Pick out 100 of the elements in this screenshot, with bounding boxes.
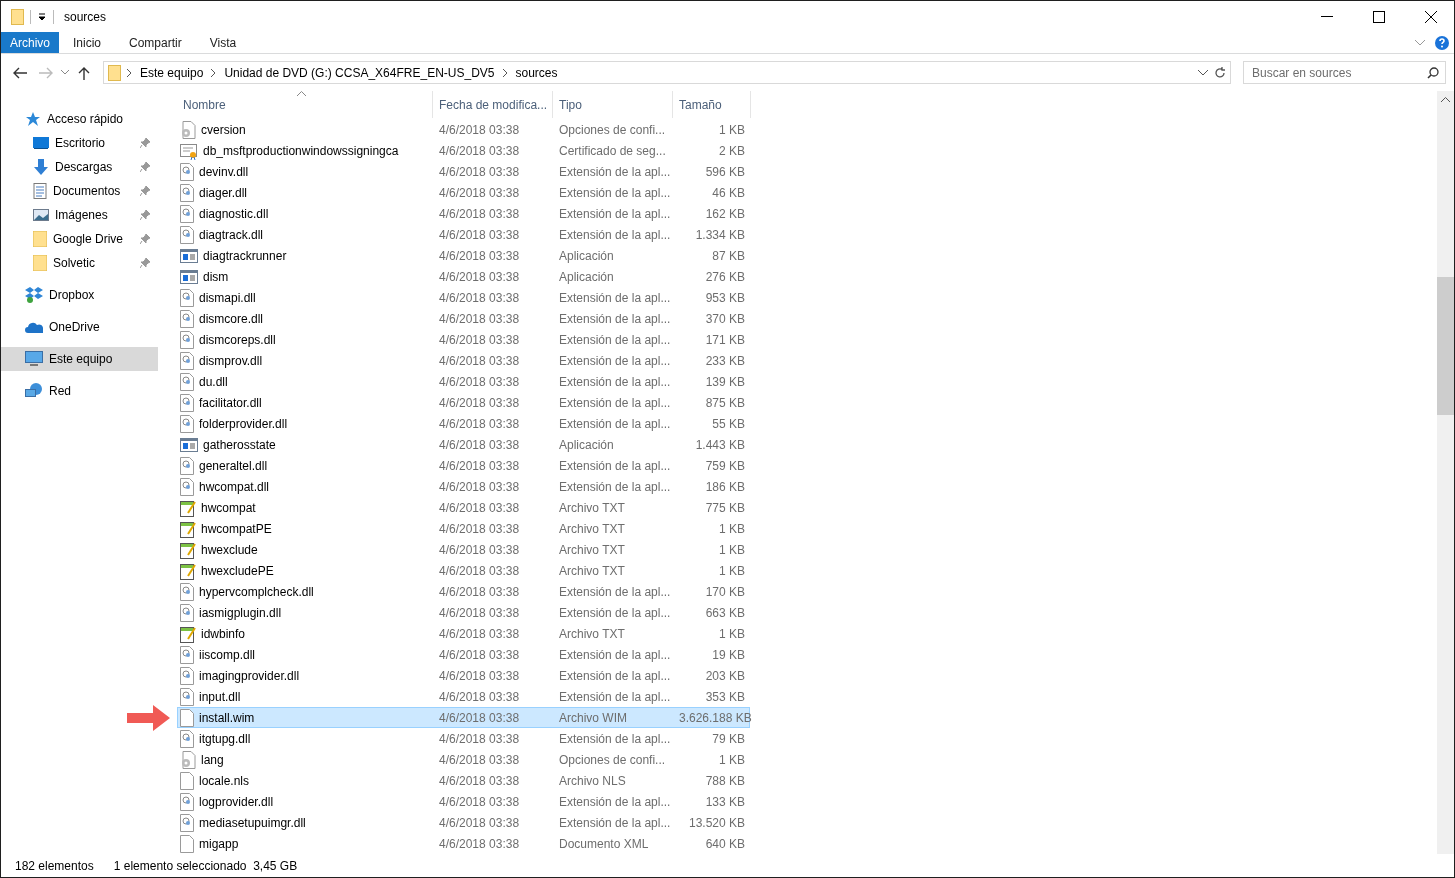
file-row[interactable]: hwcompat.dll 4/6/2018 03:38 Extensión de la apl... 186 KB [177, 476, 750, 497]
scroll-up-icon[interactable] [1441, 97, 1450, 102]
file-row[interactable]: dism 4/6/2018 03:38 Aplicación 276 KB [177, 266, 750, 287]
type-cell-text: Certificado de seg... [558, 143, 667, 158]
file-name: cversion [201, 122, 246, 137]
ribbon-tab[interactable]: Inicio [59, 32, 116, 53]
file-row[interactable]: generaltel.dll 4/6/2018 03:38 Extensión de la apl... 759 KB [177, 455, 750, 476]
type-cell-text: Extensión de la apl... [558, 311, 672, 326]
size-cell-text: 1.443 KB [694, 437, 746, 452]
size-cell-text: 663 KB [704, 605, 746, 620]
file-row[interactable]: diagtrackrunner 4/6/2018 03:38 Aplicación 87 KB [177, 245, 750, 266]
file-row[interactable]: hwcompatPE 4/6/2018 03:38 Archivo TXT 1 KB [177, 518, 750, 539]
file-row[interactable]: logprovider.dll 4/6/2018 03:38 Extensión de la apl... 133 KB [177, 791, 750, 812]
help-icon[interactable] [1435, 35, 1449, 50]
refresh-icon[interactable] [1214, 66, 1226, 79]
document-icon [33, 183, 47, 199]
sidebar-item[interactable]: Documentos [1, 179, 158, 203]
ribbon-tab[interactable]: Vista [195, 32, 251, 53]
sidebar-label: Descargas [55, 160, 114, 174]
file-row[interactable]: dismprov.dll 4/6/2018 03:38 Extensión de la apl... 233 KB [177, 350, 750, 371]
sidebar-item[interactable]: OneDrive [1, 315, 158, 339]
file-name: mediasetupuimgr.dll [199, 815, 306, 830]
date-cell-text: 4/6/2018 03:38 [438, 773, 521, 788]
size-cell-text: 596 KB [704, 164, 746, 179]
address-dropdown-icon[interactable] [1198, 69, 1208, 76]
file-name: diagtrack.dll [199, 227, 264, 242]
file-row[interactable]: imagingprovider.dll 4/6/2018 03:38 Extensión de la apl... 203 KB [177, 665, 750, 686]
breadcrumb[interactable]: Este equipo [138, 65, 206, 80]
file-row[interactable]: iiscomp.dll 4/6/2018 03:38 Extensión de la apl... 19 KB [177, 644, 750, 665]
column-header[interactable]: Fecha de modifica... [433, 91, 553, 118]
expand-ribbon-icon[interactable] [1415, 39, 1425, 46]
size-cell-text: 1 KB [718, 626, 746, 641]
file-row[interactable]: idwbinfo 4/6/2018 03:38 Archivo TXT 1 KB [177, 623, 750, 644]
file-row[interactable]: hwcompat 4/6/2018 03:38 Archivo TXT 775 KB [177, 497, 750, 518]
type-cell-text: Aplicación [558, 248, 615, 263]
sidebar-item[interactable]: Solvetic [1, 251, 158, 275]
ribbon-tab[interactable]: Compartir [115, 32, 196, 53]
size-cell-text: 79 KB [711, 731, 746, 746]
file-row[interactable]: iasmigplugin.dll 4/6/2018 03:38 Extensión de la apl... 663 KB [177, 602, 750, 623]
window-title: sources [64, 9, 108, 24]
file-row[interactable]: dismcore.dll 4/6/2018 03:38 Extensión de la apl... 370 KB [177, 308, 750, 329]
file-name: iiscomp.dll [199, 647, 255, 662]
sidebar-item[interactable]: Acceso rápido [1, 107, 158, 131]
sidebar-label: Red [49, 384, 72, 398]
file-row[interactable]: itgtupg.dll 4/6/2018 03:38 Extensión de la apl... 79 KB [177, 728, 750, 749]
file-row[interactable]: facilitator.dll 4/6/2018 03:38 Extensión de la apl... 875 KB [177, 392, 750, 413]
file-name: folderprovider.dll [199, 416, 288, 431]
sidebar-item[interactable]: Este equipo [1, 347, 158, 371]
file-row[interactable]: du.dll 4/6/2018 03:38 Extensión de la apl... 139 KB [177, 371, 750, 392]
quick-access-menu-icon[interactable] [37, 12, 47, 21]
file-row[interactable]: diagnostic.dll 4/6/2018 03:38 Extensión de la apl... 162 KB [177, 203, 750, 224]
file-row[interactable]: migapp 4/6/2018 03:38 Documento XML 640 KB [177, 833, 750, 854]
breadcrumb[interactable]: sources [513, 65, 560, 80]
folder-icon [33, 255, 47, 271]
size-cell-text: 162 KB [704, 206, 746, 221]
search-field[interactable]: Buscar en sources [1243, 61, 1446, 84]
sidebar-label: Acceso rápido [47, 112, 125, 126]
type-cell-text: Extensión de la apl... [558, 668, 672, 683]
file-row[interactable]: gatherosstate 4/6/2018 03:38 Aplicación 1.443 KB [177, 434, 750, 455]
file-row[interactable]: hwexcludePE 4/6/2018 03:38 Archivo TXT 1 KB [177, 560, 750, 581]
type-cell-text: Opciones de confi... [558, 122, 667, 137]
scrollbar-thumb[interactable] [1437, 277, 1454, 415]
maximize-icon [1373, 10, 1385, 23]
file-row[interactable]: lang 4/6/2018 03:38 Opciones de confi... 1 KB [177, 749, 750, 770]
size-cell-text: 3.626.188 KB [678, 710, 749, 725]
type-cell-text: Archivo TXT [558, 521, 626, 536]
address-field[interactable]: Este equipo Unidad de DVD (G:) CCSA_X64FRE_EN-US_DV5 sources [103, 61, 1231, 84]
file-row[interactable]: locale.nls 4/6/2018 03:38 Archivo NLS 788 KB [177, 770, 750, 791]
sidebar-item[interactable]: Escritorio [1, 131, 158, 155]
file-row[interactable]: cversion 4/6/2018 03:38 Opciones de confi... 1 KB [177, 119, 750, 140]
file-row[interactable]: dismcoreps.dll 4/6/2018 03:38 Extensión de la apl... 171 KB [177, 329, 750, 350]
breadcrumb[interactable]: Unidad de DVD (G:) CCSA_X64FRE_EN-US_DV5 [222, 65, 497, 80]
column-header[interactable]: Nombre [177, 91, 433, 118]
sidebar-item[interactable]: Google Drive [1, 227, 158, 251]
file-name: locale.nls [199, 773, 250, 788]
file-row[interactable]: dismapi.dll 4/6/2018 03:38 Extensión de la apl... 953 KB [177, 287, 750, 308]
column-header[interactable]: Tamaño [673, 91, 751, 118]
file-row[interactable]: diagtrack.dll 4/6/2018 03:38 Extensión de la apl... 1.334 KB [177, 224, 750, 245]
star-icon [25, 111, 41, 127]
file-row[interactable]: devinv.dll 4/6/2018 03:38 Extensión de la apl... 596 KB [177, 161, 750, 182]
recent-locations-icon[interactable] [61, 70, 69, 75]
sidebar-item[interactable]: Dropbox [1, 283, 158, 307]
file-row[interactable]: folderprovider.dll 4/6/2018 03:38 Extensión de la apl... 55 KB [177, 413, 750, 434]
date-cell-text: 4/6/2018 03:38 [438, 479, 521, 494]
file-row[interactable]: hwexclude 4/6/2018 03:38 Archivo TXT 1 KB [177, 539, 750, 560]
file-row[interactable]: mediasetupuimgr.dll 4/6/2018 03:38 Extensión de la apl... 13.520 KB [177, 812, 750, 833]
network-icon [25, 383, 43, 399]
file-row[interactable]: diager.dll 4/6/2018 03:38 Extensión de la apl... 46 KB [177, 182, 750, 203]
pin-icon [140, 186, 150, 196]
size-cell-text: 1 KB [718, 563, 746, 578]
file-row[interactable]: db_msftproductionwindowssigningca 4/6/2018 03:38 Certificado de seg... 2 KB [177, 140, 750, 161]
sidebar-item[interactable]: Imágenes [1, 203, 158, 227]
file-row[interactable]: input.dll 4/6/2018 03:38 Extensión de la apl... 353 KB [177, 686, 750, 707]
file-row[interactable]: hypervcomplcheck.dll 4/6/2018 03:38 Extensión de la apl... 170 KB [177, 581, 750, 602]
column-header[interactable]: Tipo [553, 91, 673, 118]
scrollbar[interactable] [1437, 91, 1454, 854]
file-name: itgtupg.dll [199, 731, 251, 746]
sidebar-item[interactable]: Red [1, 379, 158, 403]
date-cell-text: 4/6/2018 03:38 [438, 416, 521, 431]
sidebar-item[interactable]: Descargas [1, 155, 158, 179]
